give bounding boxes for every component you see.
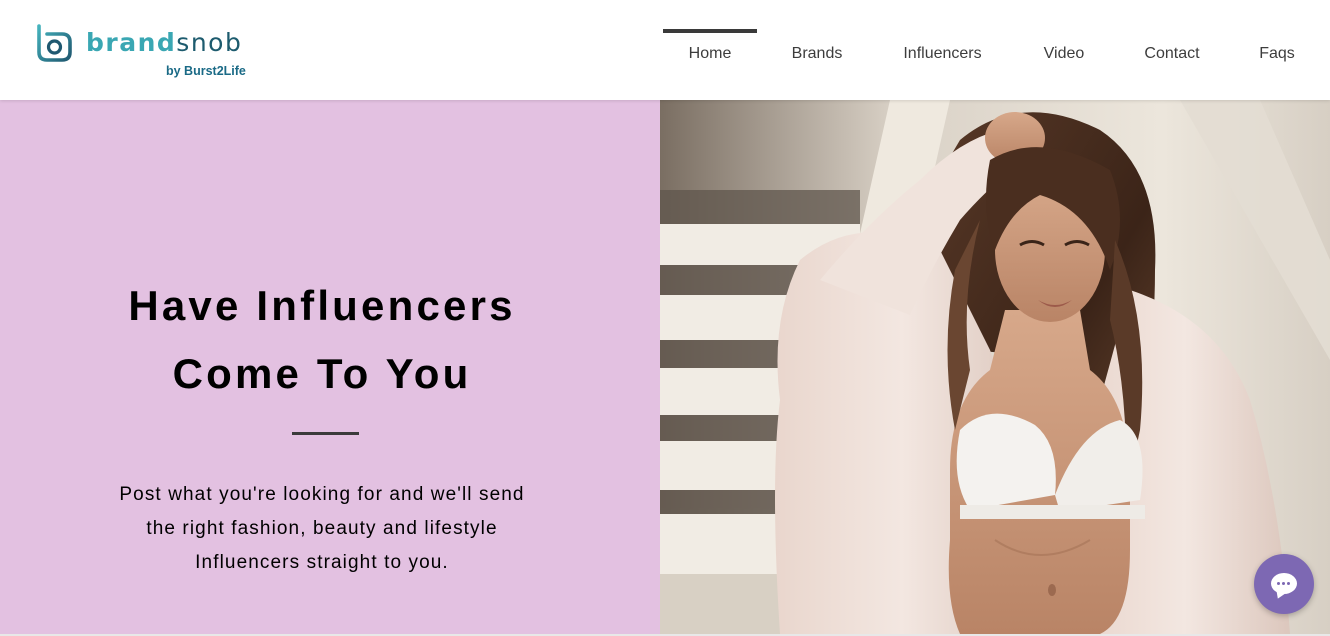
hero-text-line1: Post what you're looking for and we'll s… bbox=[119, 484, 525, 505]
nav-faqs[interactable]: Faqs bbox=[1249, 0, 1305, 100]
hero-title-line1: Have Influencers bbox=[128, 282, 516, 329]
brand-logo[interactable]: brandsnob by Burst2Life bbox=[36, 22, 266, 82]
hero-title: Have Influencers Come To You bbox=[0, 272, 644, 408]
chat-dots bbox=[1277, 582, 1291, 585]
hero-text-panel: Have Influencers Come To You Post what y… bbox=[0, 100, 660, 634]
chat-icon bbox=[1271, 573, 1297, 594]
brandsnob-logo-icon bbox=[37, 24, 72, 62]
nav-brands[interactable]: Brands bbox=[777, 0, 857, 100]
hero-section: Have Influencers Come To You Post what y… bbox=[0, 100, 1330, 636]
site-header: brandsnob by Burst2Life Home Brands Infl… bbox=[0, 0, 1330, 100]
logo-word-brand: brand bbox=[86, 28, 177, 57]
hero-title-line2: Come To You bbox=[172, 350, 472, 397]
logo-word-snob: snob bbox=[176, 28, 243, 57]
logo-byline: by Burst2Life bbox=[166, 64, 246, 78]
nav-contact[interactable]: Contact bbox=[1135, 0, 1209, 100]
hero-photo bbox=[660, 100, 1330, 634]
hero-divider bbox=[292, 432, 359, 435]
hero-text-line2: the right fashion, beauty and lifestyle bbox=[146, 518, 498, 539]
hero-text-line3: Influencers straight to you. bbox=[195, 552, 449, 573]
logo-wordmark: brandsnob bbox=[86, 28, 242, 58]
chat-button[interactable] bbox=[1254, 554, 1314, 614]
nav-home[interactable]: Home bbox=[663, 0, 757, 100]
nav-influencers[interactable]: Influencers bbox=[895, 0, 990, 100]
hero-description: Post what you're looking for and we'll s… bbox=[0, 478, 644, 580]
nav-video[interactable]: Video bbox=[1031, 0, 1097, 100]
model-photo-illustration bbox=[660, 100, 1330, 634]
